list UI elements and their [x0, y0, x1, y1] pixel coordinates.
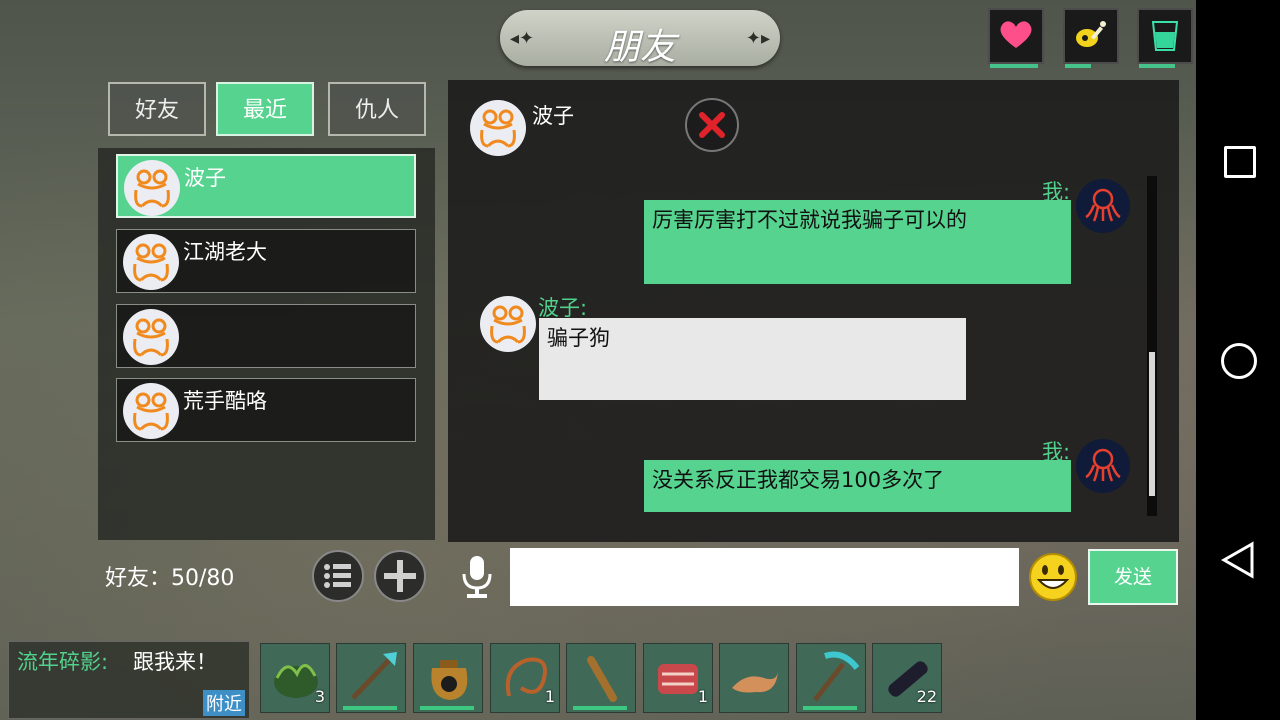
leather-scrap-icon	[732, 672, 778, 693]
durability-bar	[573, 706, 627, 710]
add-friend-button[interactable]	[374, 550, 426, 602]
friend-name: 波子	[184, 166, 226, 190]
item-count: 1	[697, 687, 708, 706]
hotbar-slot[interactable]	[719, 643, 789, 713]
thirst-bar	[1139, 64, 1175, 68]
message-bubble-them: 骗子狗	[539, 318, 966, 400]
friend-item-unnamed[interactable]	[116, 304, 416, 368]
title-plate: ◂✦ 朋友 ✦▸	[500, 10, 780, 68]
octopus-icon	[1085, 448, 1121, 482]
list-icon	[324, 564, 351, 588]
message-input[interactable]	[510, 548, 1019, 606]
message-bubble-me: 厉害厉害打不过就说我骗子可以的	[644, 200, 1071, 284]
avatar	[123, 234, 179, 290]
list-menu-button[interactable]	[312, 550, 364, 602]
chat-log-message: 跟我来！	[133, 650, 217, 674]
heart-icon	[1000, 21, 1032, 48]
hunger-status	[1063, 8, 1119, 68]
frog-icon	[490, 305, 526, 344]
send-button[interactable]: 发送	[1088, 549, 1178, 605]
hotbar-slot[interactable]: 1	[643, 643, 713, 713]
durability-bar	[803, 706, 857, 710]
back-icon[interactable]	[1218, 540, 1258, 580]
smiley-icon	[1029, 553, 1077, 601]
water-glass-icon	[1151, 21, 1179, 51]
my-avatar	[1076, 439, 1130, 493]
hotbar-slot[interactable]	[413, 643, 483, 713]
frog-icon	[134, 169, 170, 208]
frog-icon	[133, 392, 169, 431]
friend-name: 荒手酷咯	[183, 389, 267, 413]
voice-button[interactable]	[460, 554, 494, 604]
friend-item-huangshou[interactable]: 荒手酷咯	[116, 378, 416, 442]
frog-icon	[133, 318, 169, 357]
durability-bar	[343, 706, 397, 710]
wooden-club-icon	[587, 656, 617, 702]
friend-list[interactable]: 波子 江湖老大 荒手酷咯	[98, 148, 435, 540]
page-title: 朋友	[603, 27, 676, 68]
message-bubble-me: 没关系反正我都交易100多次了	[644, 460, 1071, 512]
emoji-button[interactable]	[1028, 552, 1078, 606]
tab-friends[interactable]: 好友	[108, 82, 206, 136]
chat-channel-badge: 附近	[203, 690, 245, 716]
pickaxe-icon	[813, 651, 860, 702]
close-icon	[699, 112, 725, 138]
hotbar-slot[interactable]	[336, 643, 406, 713]
durability-bar	[420, 706, 474, 710]
chat-scroll-thumb[interactable]	[1149, 352, 1155, 496]
plus-icon	[384, 560, 416, 592]
tab-recent[interactable]: 最近	[216, 82, 314, 136]
message-avatar	[480, 296, 536, 352]
friend-item-bozi[interactable]: 波子	[116, 154, 416, 218]
hotbar-slot[interactable]	[566, 643, 636, 713]
thirst-status	[1137, 8, 1193, 68]
system-navigation-bar	[1196, 0, 1280, 720]
my-avatar	[1076, 179, 1130, 233]
drumstick-icon	[1076, 21, 1106, 47]
avatar	[123, 383, 179, 439]
chat-partner-avatar	[470, 100, 526, 156]
hunger-bar	[1065, 64, 1091, 68]
health-status	[988, 8, 1044, 68]
item-count: 1	[544, 687, 555, 706]
hotbar-slot[interactable]: 3	[260, 643, 330, 713]
recent-apps-icon[interactable]	[1218, 140, 1258, 180]
tab-enemies[interactable]: 仇人	[328, 82, 426, 136]
avatar	[123, 309, 179, 365]
chat-partner-name: 波子	[532, 104, 574, 128]
hotbar-slot[interactable]: 1	[490, 643, 560, 713]
hotbar-slot[interactable]	[796, 643, 866, 713]
crystal-spear-icon	[351, 652, 397, 700]
world-chat-log[interactable]: 流年碎影: 跟我来！ 附近	[8, 641, 250, 719]
ornament-right-icon: ✦▸	[745, 28, 770, 49]
avatar	[124, 160, 180, 216]
item-count: 22	[916, 687, 937, 706]
frog-icon	[480, 109, 516, 148]
home-icon[interactable]	[1218, 340, 1258, 380]
friend-item-jianghu[interactable]: 江湖老大	[116, 229, 416, 293]
frog-icon	[133, 243, 169, 282]
item-count: 3	[314, 687, 325, 706]
delete-conversation-button[interactable]	[685, 98, 739, 152]
leather-pouch-icon	[431, 660, 468, 700]
microphone-icon	[462, 556, 492, 598]
health-bar	[990, 64, 1038, 68]
octopus-icon	[1085, 188, 1121, 222]
friends-count: 好友：50/80	[105, 566, 235, 591]
friend-name: 江湖老大	[183, 240, 267, 264]
chat-log-sender: 流年碎影:	[17, 650, 109, 674]
hotbar-slot[interactable]: 22	[872, 643, 942, 713]
